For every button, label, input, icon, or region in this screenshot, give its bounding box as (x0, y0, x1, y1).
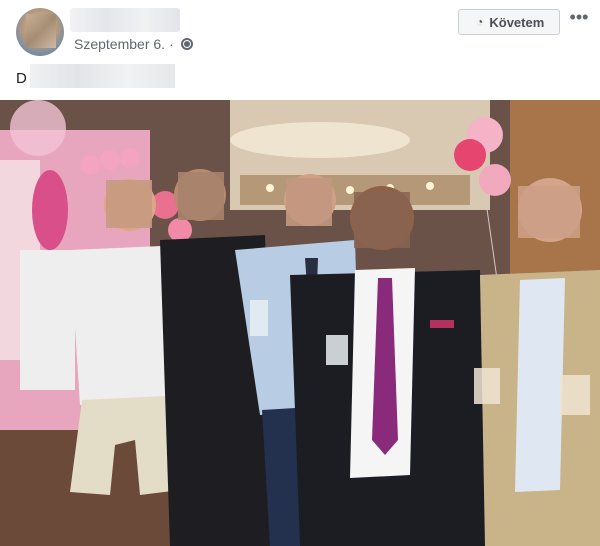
post-header: Szeptember 6. · ◔ Követem ••• (0, 0, 600, 60)
globe-icon[interactable] (180, 38, 193, 50)
post-photo[interactable] (0, 100, 600, 546)
post-meta: Szeptember 6. · (74, 35, 193, 53)
caption-blurred (30, 64, 175, 88)
group-photo-illustration (0, 100, 600, 546)
more-options-button[interactable]: ••• (568, 8, 590, 26)
post-date[interactable]: Szeptember 6. (74, 36, 165, 52)
post-caption: D (16, 68, 27, 88)
follow-label: Követem (489, 14, 545, 30)
caption-text: D (16, 69, 27, 87)
meta-separator: · (169, 36, 174, 52)
rss-icon: ◔ (473, 15, 484, 29)
avatar[interactable] (16, 8, 64, 56)
author-name-blurred[interactable] (70, 8, 180, 32)
follow-button[interactable]: ◔ Követem (458, 9, 560, 35)
